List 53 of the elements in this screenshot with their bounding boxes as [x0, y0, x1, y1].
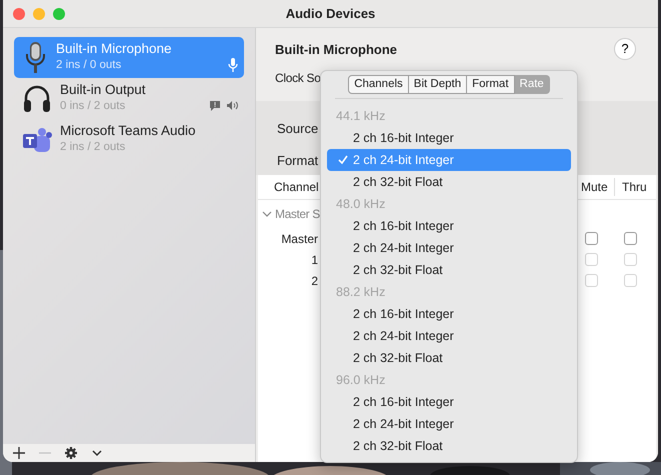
format-label: Format: [277, 152, 318, 168]
segment-tab[interactable]: Bit Depth: [408, 75, 468, 94]
device-name: Built-in Microphone: [56, 40, 173, 58]
device-item[interactable]: Microsoft Teams Audio 2 ins / 2 outs: [14, 119, 244, 160]
segment-tab[interactable]: Format: [467, 75, 515, 94]
channel-label: Master: [280, 230, 318, 248]
device-name: Built-in Output: [60, 81, 147, 98]
alert-icon: [209, 100, 221, 112]
column-header: Channel: [274, 180, 319, 194]
window-title: Audio Devices: [286, 4, 376, 23]
speaker-icon: [226, 100, 238, 111]
menu-item[interactable]: 2 ch 24-bit Integer: [327, 237, 571, 259]
clock-source-label: Clock So: [275, 70, 321, 84]
menu-item[interactable]: 2 ch 32-bit Float: [327, 347, 571, 369]
rate-header: 44.1 kHz: [336, 109, 386, 123]
help-button[interactable]: ?: [614, 38, 636, 60]
menu-item[interactable]: 2 ch 32-bit Float: [327, 259, 571, 281]
io-count: 0 ins / 2 outs: [60, 99, 126, 114]
headphones-icon: [22, 84, 52, 114]
menu-item[interactable]: 2 ch 16-bit Integer: [327, 127, 571, 149]
group-label: Master S: [275, 206, 320, 223]
source-label: Source: [277, 121, 318, 136]
menu-item[interactable]: 2 ch 32-bit Float: [327, 171, 571, 193]
microphone-icon: [228, 58, 238, 72]
window-control[interactable]: [53, 8, 65, 20]
menu-item[interactable]: 2 ch 16-bit Integer: [327, 391, 571, 413]
checkmark-icon: [337, 154, 349, 166]
teams-icon: [22, 126, 52, 154]
rate-header: 96.0 kHz: [336, 373, 386, 387]
checkbox[interactable]: [624, 232, 637, 245]
menu-item[interactable]: 2 ch 24-bit Integer: [327, 413, 571, 435]
window-control[interactable]: [13, 8, 25, 20]
io-count: 2 ins / 2 outs: [60, 140, 126, 156]
device-title: Built-in Microphone: [275, 41, 398, 59]
channel-label: 1: [310, 252, 318, 268]
column-header: Thru: [621, 179, 647, 196]
device-name: Microsoft Teams Audio: [60, 122, 197, 140]
checkbox[interactable]: [585, 232, 598, 245]
column-header: Mute: [580, 178, 615, 196]
menu-item[interactable]: 2 ch 32-bit Float: [327, 435, 571, 457]
menu-item[interactable]: 2 ch 16-bit Integer: [327, 215, 571, 237]
rate-header: 88.2 kHz: [336, 285, 386, 299]
window-control[interactable]: [33, 8, 45, 20]
settings-icon[interactable]: [65, 447, 77, 459]
segment-tab[interactable]: Channels: [348, 75, 409, 94]
menu-item[interactable]: 2 ch 24-bit Integer: [327, 325, 571, 347]
io-count: 2 ins / 0 outs: [56, 58, 122, 74]
device-item[interactable]: Built-in Output 0 ins / 2 outs: [14, 78, 244, 119]
menu-item[interactable]: 2 ch 16-bit Integer: [327, 303, 571, 325]
disclosure-icon[interactable]: [262, 210, 272, 218]
channel-label: 2: [310, 272, 318, 290]
add-icon[interactable]: [13, 447, 25, 459]
rate-header: 48.0 kHz: [336, 197, 386, 211]
